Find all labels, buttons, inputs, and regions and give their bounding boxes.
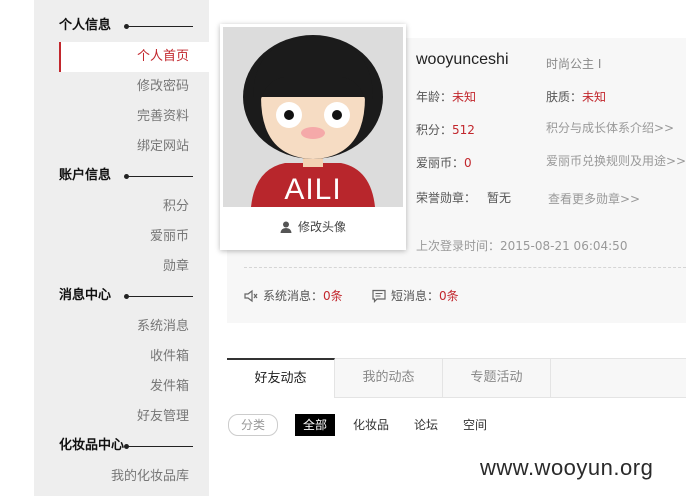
sidebar-item-points[interactable]: 积分 bbox=[163, 196, 189, 218]
sidebar-item-friends[interactable]: 好友管理 bbox=[137, 406, 189, 428]
filter-space[interactable]: 空间 bbox=[463, 414, 487, 436]
sidebar-item-bind-site[interactable]: 绑定网站 bbox=[137, 136, 189, 158]
sidebar-item-coins[interactable]: 爱丽币 bbox=[150, 226, 189, 248]
sidebar-item-my-cosmetics[interactable]: 我的化妆品库 bbox=[111, 466, 189, 488]
sidebar-item-home[interactable]: 个人首页 bbox=[59, 42, 209, 72]
system-messages-label: 系统消息： bbox=[263, 289, 324, 303]
skin-value: 未知 bbox=[582, 90, 607, 104]
filter-forum[interactable]: 论坛 bbox=[414, 414, 438, 436]
age-field: 年龄：未知 bbox=[416, 88, 476, 105]
short-messages-label: 短消息： bbox=[391, 289, 440, 303]
skin-field: 肤质：未知 bbox=[546, 88, 606, 105]
avatar-card: AILI 修改头像 bbox=[220, 24, 406, 250]
section-title-message-center: 消息中心 bbox=[59, 288, 112, 303]
filter-all[interactable]: 全部 bbox=[295, 414, 336, 436]
points-field: 积分：512 bbox=[416, 121, 475, 138]
section-divider bbox=[126, 26, 193, 27]
edit-avatar-label: 修改头像 bbox=[297, 220, 346, 234]
coins-label: 爱丽币： bbox=[416, 156, 465, 170]
user-title: 时尚公主 I bbox=[546, 57, 602, 71]
sidebar-item-complete-profile[interactable]: 完善资料 bbox=[137, 106, 189, 128]
section-title-personal-info: 个人信息 bbox=[59, 18, 112, 33]
activity-tabs: 好友动态 我的动态 专题活动 bbox=[227, 358, 686, 398]
sidebar-item-outbox[interactable]: 发件箱 bbox=[150, 376, 189, 398]
section-title-cosmetics-center: 化妆品中心 bbox=[59, 438, 125, 453]
system-messages-count: 0条 bbox=[323, 289, 343, 303]
tab-special-events[interactable]: 专题活动 bbox=[443, 359, 551, 397]
last-login-time: 上次登录时间：2015-08-21 06:04:50 bbox=[416, 239, 628, 253]
sidebar: 个人信息 个人首页 修改密码 完善资料 绑定网站 账户信息 积分 爱丽币 勋章 … bbox=[34, 0, 209, 496]
more-medals-link[interactable]: 查看更多勋章>> bbox=[548, 190, 640, 207]
sidebar-item-change-password[interactable]: 修改密码 bbox=[137, 76, 189, 98]
medal-value: 暂无 bbox=[487, 191, 512, 205]
watermark: www.wooyun.org bbox=[480, 455, 654, 480]
coins-value: 0 bbox=[464, 156, 472, 170]
filter-cosmetics[interactable]: 化妆品 bbox=[353, 414, 389, 436]
sidebar-item-system-messages[interactable]: 系统消息 bbox=[137, 316, 189, 338]
user-icon bbox=[280, 221, 292, 233]
tab-friend-activity[interactable]: 好友动态 bbox=[227, 358, 335, 398]
coins-rules-link[interactable]: 爱丽币兑换规则及用途>> bbox=[546, 152, 686, 169]
avatar-shirt-text: AILI bbox=[284, 173, 342, 206]
sidebar-item-medals[interactable]: 勋章 bbox=[163, 256, 189, 278]
short-messages-link[interactable]: 短消息：0条 bbox=[372, 287, 459, 304]
avatar[interactable]: AILI bbox=[223, 27, 403, 207]
section-divider bbox=[126, 176, 193, 177]
section-divider bbox=[126, 296, 193, 297]
edit-avatar-button[interactable]: 修改头像 bbox=[220, 216, 406, 238]
sidebar-item-inbox[interactable]: 收件箱 bbox=[150, 346, 189, 368]
skin-label: 肤质： bbox=[546, 90, 583, 104]
tab-my-activity[interactable]: 我的动态 bbox=[335, 359, 443, 397]
points-value: 512 bbox=[452, 123, 475, 137]
section-divider bbox=[126, 446, 193, 447]
age-label: 年龄： bbox=[416, 90, 453, 104]
coins-field: 爱丽币：0 bbox=[416, 154, 472, 171]
section-title-account-info: 账户信息 bbox=[59, 168, 112, 183]
points-label: 积分： bbox=[416, 123, 453, 137]
filter-label: 分类 bbox=[228, 414, 278, 436]
points-intro-link[interactable]: 积分与成长体系介绍>> bbox=[546, 119, 674, 136]
message-icon bbox=[372, 289, 386, 303]
short-messages-count: 0条 bbox=[439, 289, 459, 303]
medal-label: 荣誉勋章： bbox=[416, 191, 477, 205]
system-messages-link[interactable]: 系统消息：0条 bbox=[244, 287, 343, 304]
username: wooyunceshi bbox=[416, 51, 509, 68]
speaker-icon bbox=[244, 289, 258, 303]
dashed-divider bbox=[244, 267, 686, 268]
age-value: 未知 bbox=[452, 90, 477, 104]
sidebar-item-label: 个人首页 bbox=[136, 49, 189, 64]
